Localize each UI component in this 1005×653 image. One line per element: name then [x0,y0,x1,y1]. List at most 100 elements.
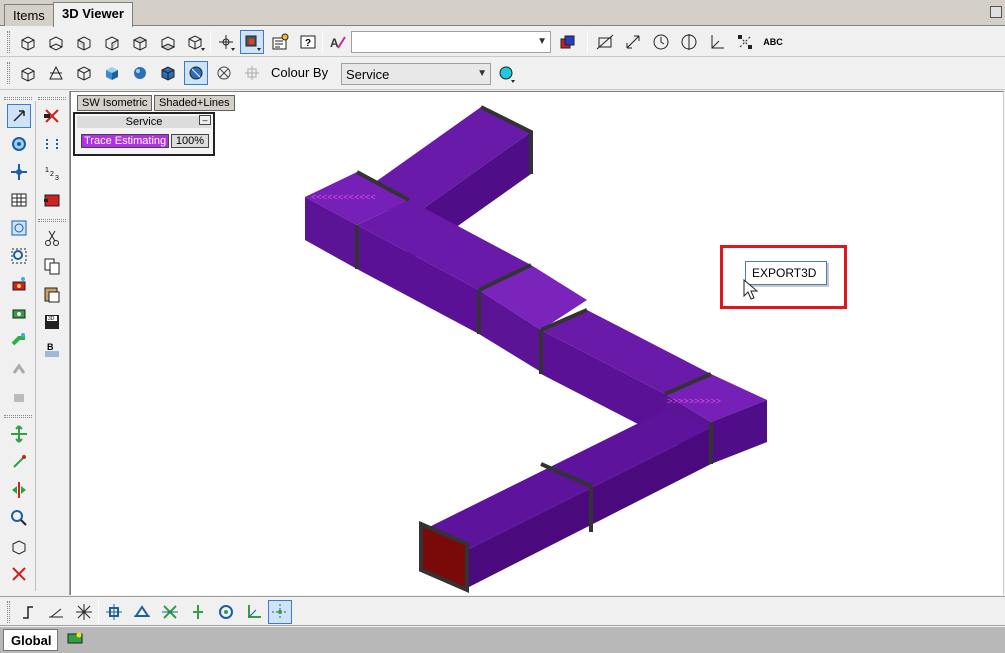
svg-text:?: ? [305,38,311,49]
view-iso-dropdown-icon[interactable] [184,30,208,54]
view-cube-front-icon[interactable] [16,30,40,54]
delete-icon[interactable] [7,562,31,586]
rotate-axis-icon[interactable] [677,30,701,54]
zoom-find-icon[interactable] [7,506,31,530]
outline-cube-icon[interactable] [72,61,96,85]
disconnect-icon[interactable] [40,104,64,128]
copy-item-icon[interactable] [7,534,31,558]
number-sequence-icon[interactable]: 123 [40,160,64,184]
dimension-icon[interactable] [593,30,617,54]
copy-icon[interactable] [40,254,64,278]
colour-picker-icon[interactable] [495,62,519,86]
pan-icon[interactable] [7,160,31,184]
ductwork-3d-model[interactable]: <<<<<<<<<<<< >>>>>>>>>> [71,92,1004,595]
ortho-snap-icon[interactable] [16,600,40,624]
svg-text:2: 2 [50,171,54,178]
text-style-icon[interactable]: A [326,30,350,54]
nearest-snap-icon[interactable] [242,600,266,624]
red-fitting-icon[interactable] [40,188,64,212]
select-arrow-icon[interactable] [7,104,31,128]
section-box-icon[interactable] [240,30,264,54]
rotate-view-icon[interactable] [214,30,238,54]
shaded-lines-icon[interactable] [184,61,208,85]
perpendicular-snap-icon[interactable] [186,600,210,624]
scissors-icon[interactable] [40,226,64,250]
snap-toggle-icon[interactable] [268,600,292,624]
properties-icon[interactable] [268,30,292,54]
disabled-tool-icon-1 [7,356,31,380]
sphere-icon[interactable] [128,61,152,85]
zoom-extents-icon[interactable] [7,216,31,240]
svg-text:3: 3 [55,175,59,182]
flow-direction-arrows: <<<<<<<<<<<< [311,193,376,203]
sw-isometric-button[interactable]: SW Isometric [77,95,153,111]
colour-by-dropdown[interactable]: Service ▼ [341,63,491,85]
mirror-icon[interactable] [7,478,31,502]
layers-grid-icon[interactable] [7,188,31,212]
flow-direction-arrows: >>>>>>>>>> [667,397,721,407]
snap-toolbar [0,596,1005,626]
chevron-down-icon: ▼ [537,36,547,47]
3d-viewport[interactable]: <<<<<<<<<<<< >>>>>>>>>> SW Isometric Sha… [70,91,1004,595]
view-cube-left-icon[interactable] [72,30,96,54]
colour-by-label: Colour By [271,65,329,80]
x-ray-icon[interactable] [212,61,236,85]
tab-items[interactable]: Items [4,4,54,26]
layout-tab-global[interactable]: Global [3,629,58,651]
shaded-box-icon[interactable] [156,61,180,85]
document-tab-strip: Items 3D Viewer [0,0,1005,27]
view-cube-back-icon[interactable] [44,30,68,54]
help-icon[interactable]: ? [296,30,320,54]
paste-icon[interactable] [40,282,64,306]
endpoint-snap-icon[interactable] [102,600,126,624]
fitting-icon[interactable] [7,328,31,352]
connect-points-icon[interactable] [40,132,64,156]
view-cube-top-icon[interactable] [128,30,152,54]
cad-application-window: Items 3D Viewer ? A ▼ ABC Colour By Serv… [0,0,1005,653]
view-cube-right-icon[interactable] [100,30,124,54]
blue-print-icon[interactable]: B [40,338,64,362]
svg-text:1: 1 [45,167,49,174]
view-toolbar: ? A ▼ ABC [0,27,1005,57]
stretch-icon[interactable] [621,30,645,54]
crosshair-snap-icon[interactable] [72,600,96,624]
clock-icon[interactable] [649,30,673,54]
tab-3d-viewer[interactable]: 3D Viewer [53,2,133,27]
camera-green-icon[interactable] [7,300,31,324]
shaded-cube-icon[interactable] [100,61,124,85]
toolbar-grip[interactable] [7,31,10,53]
chevron-down-icon: ▼ [477,68,487,79]
toolbar-grip[interactable] [7,601,10,623]
legend-entry-label[interactable]: Trace Estimating [81,134,169,148]
mouse-pointer-icon [743,279,759,300]
zoom-window-icon[interactable] [7,132,31,156]
view-cube-bottom-icon[interactable] [156,30,180,54]
node-points-icon[interactable] [733,30,757,54]
legend-entry-value: 100% [171,134,209,148]
layout-tab-bar: Global [0,627,1005,653]
view-select-dropdown[interactable]: ▼ [351,31,551,53]
wireframe-icon[interactable] [16,61,40,85]
toolbar-grip[interactable] [7,62,10,84]
svg-text:B: B [47,342,54,352]
intersection-snap-icon[interactable] [158,600,182,624]
midpoint-snap-icon[interactable] [130,600,154,624]
transparency-icon[interactable] [240,61,264,85]
save-3d-icon[interactable]: 3D [40,310,64,334]
ucs-icon[interactable] [705,30,729,54]
window-restore-button[interactable] [990,6,1002,18]
shaded-lines-button[interactable]: Shaded+Lines [154,95,235,111]
camera-red-icon[interactable] [7,272,31,296]
angle-snap-icon[interactable] [44,600,68,624]
add-layout-icon[interactable] [67,632,83,644]
layer-colors-icon[interactable] [555,30,579,54]
center-snap-icon[interactable] [214,600,238,624]
svg-text:A: A [330,36,339,50]
move-icon[interactable] [7,422,31,446]
rotate-item-icon[interactable] [7,450,31,474]
text-label-icon[interactable]: ABC [761,30,785,54]
service-legend: Service – Trace Estimating 100% [73,112,215,156]
hidden-line-icon[interactable] [44,61,68,85]
legend-minimize-button[interactable]: – [199,115,211,125]
zoom-dynamic-icon[interactable] [7,244,31,268]
